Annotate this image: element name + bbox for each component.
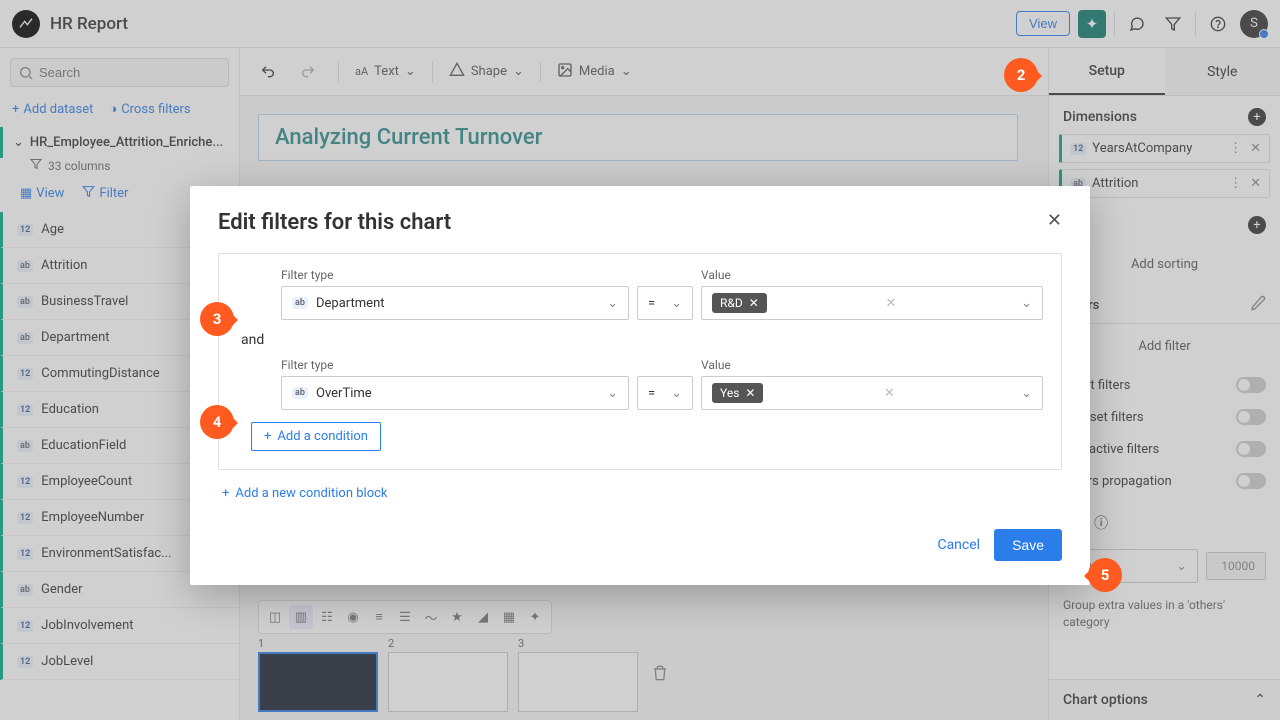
close-icon[interactable]: ✕ [1047, 210, 1062, 231]
and-connector: and [241, 332, 1043, 348]
cancel-button[interactable]: Cancel [937, 537, 980, 553]
add-condition-block-button[interactable]: +Add a new condition block [222, 486, 388, 501]
callout-2: 2 [1004, 58, 1038, 92]
chevron-down-icon: ⌄ [671, 386, 682, 401]
add-condition-button[interactable]: +Add a condition [251, 422, 381, 451]
filter-value-input-2[interactable]: Yes✕ ✕ ⌄ [701, 376, 1043, 410]
type-badge-text: ab [292, 297, 308, 309]
filter-field-dropdown-2[interactable]: ab OverTime ⌄ [281, 376, 629, 410]
filter-value-tag: R&D✕ [712, 293, 767, 313]
filter-condition-block: Filter type ab Department ⌄ =⌄ Value R&D… [218, 253, 1062, 470]
remove-tag-icon[interactable]: ✕ [749, 296, 759, 310]
save-button[interactable]: Save [994, 529, 1062, 561]
clear-icon[interactable]: ✕ [885, 296, 896, 311]
filter-value-input-1[interactable]: R&D✕ ✕ ⌄ [701, 286, 1043, 320]
chevron-down-icon: ⌄ [607, 386, 618, 401]
chevron-down-icon: ⌄ [671, 296, 682, 311]
callout-5: 5 [1088, 558, 1122, 592]
callout-3: 3 [200, 302, 234, 336]
callout-4: 4 [200, 405, 234, 439]
plus-icon: + [264, 429, 271, 444]
remove-tag-icon[interactable]: ✕ [745, 386, 755, 400]
type-badge-text: ab [292, 387, 308, 399]
filter-operator-dropdown-1[interactable]: =⌄ [637, 286, 693, 320]
clear-icon[interactable]: ✕ [884, 386, 895, 401]
chevron-down-icon: ⌄ [1021, 386, 1032, 401]
plus-icon: + [222, 486, 229, 501]
chevron-down-icon: ⌄ [607, 296, 618, 311]
modal-title: Edit filters for this chart [218, 210, 451, 235]
filter-field-dropdown-1[interactable]: ab Department ⌄ [281, 286, 629, 320]
filter-operator-dropdown-2[interactable]: =⌄ [637, 376, 693, 410]
chevron-down-icon: ⌄ [1021, 296, 1032, 311]
edit-filters-modal: Edit filters for this chart ✕ Filter typ… [190, 186, 1090, 585]
filter-value-tag: Yes✕ [712, 383, 763, 403]
